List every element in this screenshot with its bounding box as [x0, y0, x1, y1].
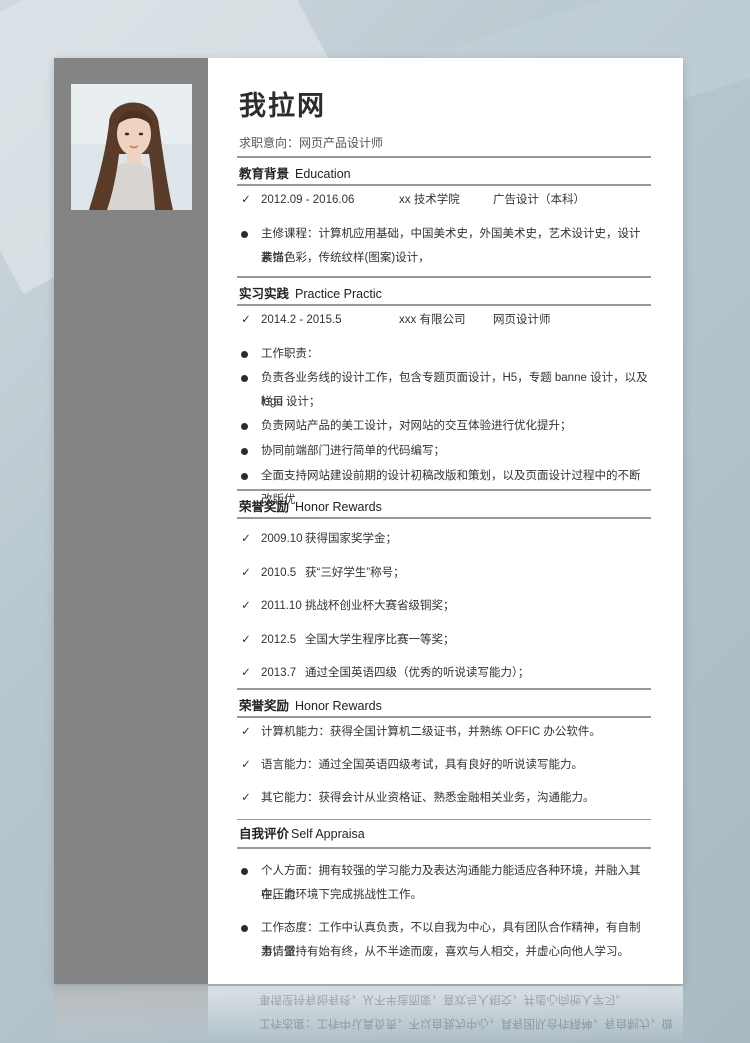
check-icon: ✓: [241, 194, 251, 206]
check-icon: ✓: [241, 792, 251, 804]
reflection-sidebar: [54, 986, 208, 1043]
check-icon: ✓: [241, 600, 251, 612]
education-major: 广告设计（本科）: [493, 194, 585, 206]
check-icon: ✓: [241, 667, 251, 679]
skill-text: 计算机能力：获得全国计算机二级证书，并熟练 OFFIC 办公软件。: [261, 726, 601, 738]
skill-text: 语言能力：通过全国英语四级考试，具有良好的听说读写能力。: [261, 759, 583, 771]
bullet-icon: [241, 448, 248, 455]
section-education-header: 教育背景 Education: [237, 156, 651, 186]
bullet-icon: [241, 375, 248, 382]
honor-date: 2013.7: [261, 667, 297, 679]
section-title-cn: 荣誉奖励: [239, 699, 290, 713]
duty-3: 协同前端部门进行简单的代码编写；: [261, 445, 445, 457]
section-self-eval-header: 自我评价 Self Appraisa: [237, 821, 651, 849]
section-title-en: Self Appraisa: [291, 827, 365, 841]
resume-page: 我拉网 求职意向：网页产品设计师 教育背景 Education ✓ 2012.09…: [54, 58, 683, 984]
bullet-icon: [241, 925, 248, 932]
section-title-cn: 教育背景: [239, 167, 290, 181]
honor-date: 2010.5: [261, 567, 297, 579]
section-skills-header: 荣誉奖励 Honor Rewards: [237, 688, 651, 718]
section-internship-header: 实习实践 Practice Practic: [237, 276, 651, 306]
section-title: 自我评价 Self Appraisa: [239, 823, 365, 842]
resume-sidebar: [54, 58, 208, 984]
internship-company: xxx 有限公司: [399, 314, 466, 326]
section-title-en: Education: [295, 167, 351, 181]
section-title-cn: 实习实践: [239, 287, 290, 301]
duty-1-line-2: logo 设计；: [261, 396, 321, 408]
internship-period: 2014.2 - 2015.5: [261, 314, 342, 326]
attitude-line-2: 事情坚持有始有终，从不半途而废，喜欢与人相交，并虚心向他人学习。: [261, 946, 629, 958]
section-title: 荣誉奖励 Honor Rewards: [239, 496, 382, 515]
section-title-en: Honor Rewards: [295, 699, 382, 713]
reflection-text: 工作态度：工作中认真负责，不以自我为中心，具有团队合作精神，有自制力，做: [259, 1017, 673, 1029]
honor-date: 2011.10: [261, 600, 302, 612]
education-period: 2012.09 - 2016.06: [261, 194, 355, 206]
check-icon: ✓: [241, 567, 251, 579]
candidate-name: 我拉网: [239, 91, 326, 121]
check-icon: ✓: [241, 533, 251, 545]
check-icon: ✓: [241, 314, 251, 326]
section-title-en: Honor Rewards: [295, 500, 382, 514]
section-title: 教育背景 Education: [239, 163, 351, 182]
internship-role: 网页设计师: [493, 314, 551, 326]
bullet-icon: [241, 868, 248, 875]
duty-2: 负责网站产品的美工设计，对网站的交互体验进行优化提升；: [261, 420, 572, 432]
bullet-icon: [241, 231, 248, 238]
duties-label: 工作职责：: [261, 348, 319, 360]
section-title: 荣誉奖励 Honor Rewards: [239, 695, 382, 714]
skill-text: 其它能力：获得会计从业资格证、熟悉金融相关业务，沟通能力。: [261, 792, 595, 804]
bullet-icon: [241, 473, 248, 480]
section-honors-header: 荣誉奖励 Honor Rewards: [237, 489, 651, 519]
portrait-image: [71, 84, 192, 210]
honor-text: 挑战杯创业杯大赛省级铜奖；: [305, 600, 455, 612]
honor-text: 获“三好学生”称号；: [305, 567, 405, 579]
section-title-en: Practice Practic: [295, 287, 382, 301]
profile-photo: [71, 84, 192, 210]
education-school: xx 技术学院: [399, 194, 460, 206]
section-title-cn: 自我评价: [239, 827, 290, 841]
honor-text: 通过全国英语四级（优秀的听说读写能力）；: [305, 667, 530, 679]
check-icon: ✓: [241, 726, 251, 738]
courses-line-2: 装饰色彩，传统纹样(图案)设计，: [261, 252, 430, 264]
section-divider: [237, 819, 651, 820]
honor-date: 2012.5: [261, 634, 297, 646]
page-reflection: 事情坚持有始有终，从不半途而废，喜欢与人相交，并虚心向他人学习。 工作态度：工作…: [54, 986, 683, 1043]
section-title-cn: 荣誉奖励: [239, 500, 290, 514]
check-icon: ✓: [241, 759, 251, 771]
honor-text: 全国大学生程序比赛一等奖；: [305, 634, 455, 646]
bullet-icon: [241, 351, 248, 358]
personal-line-2: 在压力环境下完成挑战性工作。: [261, 889, 422, 901]
bullet-icon: [241, 423, 248, 430]
section-title: 实习实践 Practice Practic: [239, 283, 382, 302]
check-icon: ✓: [241, 634, 251, 646]
honor-text: 获得国家奖学金；: [305, 533, 397, 545]
honor-date: 2009.10: [261, 533, 303, 545]
job-objective: 求职意向：网页产品设计师: [239, 136, 384, 150]
reflection-text: 事情坚持有始有终，从不半途而废，喜欢与人相交，并虚心向他人学习。: [259, 993, 627, 1005]
